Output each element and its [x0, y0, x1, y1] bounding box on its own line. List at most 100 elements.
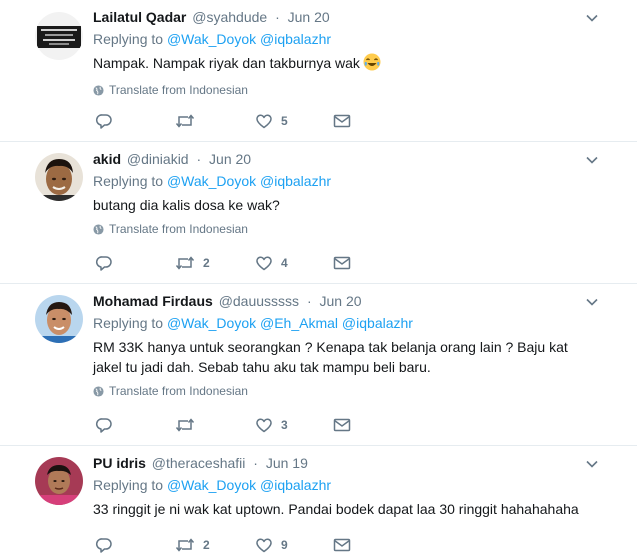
replying-to: Replying to @Wak_Doyok @iqbalazhr — [93, 475, 617, 495]
message-action[interactable] — [333, 535, 351, 555]
tweet-header: Lailatul Qadar @syahdude · Jun 20 — [93, 7, 617, 27]
replying-to-label: Replying to — [93, 477, 164, 493]
heart-icon — [256, 418, 272, 433]
like-action[interactable]: 5 — [255, 111, 288, 131]
mention-link[interactable]: @Eh_Akmal — [260, 315, 338, 331]
heart-icon — [256, 114, 272, 129]
tweet-header: Mohamad Firdaus @dauusssss · Jun 20 — [93, 291, 617, 311]
globe-icon — [93, 223, 104, 235]
retweet-icon — [175, 538, 195, 552]
retweet-icon — [175, 418, 195, 432]
replying-to-label: Replying to — [93, 173, 164, 189]
mention-link[interactable]: @iqbalazhr — [260, 477, 331, 493]
retweet-icon — [175, 256, 195, 270]
tweet-text: butang dia kalis dosa ke wak? — [93, 195, 617, 215]
username[interactable]: @theraceshafii — [152, 455, 246, 471]
reply-icon — [95, 114, 112, 129]
reply-icon — [95, 256, 112, 271]
heart-icon — [256, 538, 272, 553]
message-icon — [333, 114, 351, 128]
replying-to-label: Replying to — [93, 315, 164, 331]
retweet-count: 2 — [203, 538, 210, 552]
caret-down-icon[interactable] — [585, 153, 599, 167]
caret-down-icon[interactable] — [585, 11, 599, 25]
avatar[interactable] — [35, 12, 83, 60]
retweet-action[interactable] — [175, 111, 203, 131]
mention-link[interactable]: @Wak_Doyok — [167, 31, 256, 47]
timestamp[interactable]: Jun 19 — [266, 455, 308, 471]
translate-link[interactable]: Translate from Indonesian — [93, 82, 617, 98]
separator-dot: · — [196, 151, 202, 167]
like-action[interactable]: 9 — [255, 535, 288, 555]
replying-to: Replying to @Wak_Doyok @iqbalazhr — [93, 171, 617, 191]
tweet-text-line: jakel tu jadi dah. Sebab tahu aku tak ma… — [93, 359, 431, 375]
reply-icon — [95, 418, 112, 433]
timestamp[interactable]: Jun 20 — [320, 293, 362, 309]
fullname[interactable]: Lailatul Qadar — [93, 9, 186, 25]
avatar[interactable] — [35, 153, 83, 201]
retweet-icon — [175, 114, 195, 128]
message-action[interactable] — [333, 111, 351, 131]
tweet-header: akid @diniakid · Jun 20 — [93, 149, 617, 169]
heart-icon — [256, 256, 272, 271]
mention-link[interactable]: @Wak_Doyok — [167, 173, 256, 189]
like-count: 9 — [281, 538, 288, 552]
message-icon — [333, 418, 351, 432]
avatar[interactable] — [35, 295, 83, 343]
tweet-actions: 3 — [93, 415, 363, 435]
retweet-action[interactable] — [175, 415, 203, 435]
avatar[interactable] — [35, 457, 83, 505]
timestamp[interactable]: Jun 20 — [288, 9, 330, 25]
retweet-action[interactable]: 2 — [175, 535, 210, 555]
like-action[interactable]: 4 — [255, 253, 288, 273]
tweet: PU idris @theraceshafii · Jun 19 Replyin… — [0, 446, 637, 560]
mention-link[interactable]: @iqbalazhr — [342, 315, 413, 331]
reply-action[interactable] — [95, 535, 121, 555]
tweet: Lailatul Qadar @syahdude · Jun 20 Replyi… — [0, 0, 637, 142]
joy-emoji-icon — [363, 53, 381, 76]
globe-icon — [93, 385, 104, 397]
translate-link[interactable]: Translate from Indonesian — [93, 221, 617, 237]
tweet-actions: 2 9 — [93, 535, 363, 555]
timestamp[interactable]: Jun 20 — [209, 151, 251, 167]
retweet-count: 2 — [203, 256, 210, 270]
like-count: 3 — [281, 418, 288, 432]
caret-down-icon[interactable] — [585, 457, 599, 471]
translate-link[interactable]: Translate from Indonesian — [93, 383, 617, 399]
tweet-header: PU idris @theraceshafii · Jun 19 — [93, 453, 617, 473]
message-icon — [333, 256, 351, 270]
tweet: akid @diniakid · Jun 20 Replying to @Wak… — [0, 142, 637, 284]
username[interactable]: @diniakid — [127, 151, 189, 167]
separator-dot: · — [306, 293, 312, 309]
tweet-text-line: Nampak. Nampak riyak dan takburnya wak — [93, 55, 360, 71]
like-action[interactable]: 3 — [255, 415, 288, 435]
reply-action[interactable] — [95, 253, 121, 273]
reply-action[interactable] — [95, 415, 121, 435]
translate-label: Translate from Indonesian — [109, 384, 248, 398]
mention-link[interactable]: @iqbalazhr — [260, 31, 331, 47]
mention-link[interactable]: @Wak_Doyok — [167, 477, 256, 493]
tweet-actions: 5 — [93, 111, 363, 131]
message-icon — [333, 538, 351, 552]
globe-icon — [93, 84, 104, 96]
username[interactable]: @syahdude — [192, 9, 267, 25]
separator-dot: · — [253, 455, 258, 471]
translate-label: Translate from Indonesian — [109, 222, 248, 236]
mention-link[interactable]: @Wak_Doyok — [167, 315, 256, 331]
translate-label: Translate from Indonesian — [109, 83, 248, 97]
caret-down-icon[interactable] — [585, 295, 599, 309]
mention-link[interactable]: @iqbalazhr — [260, 173, 331, 189]
like-count: 5 — [281, 114, 288, 128]
retweet-action[interactable]: 2 — [175, 253, 210, 273]
username[interactable]: @dauusssss — [219, 293, 299, 309]
message-action[interactable] — [333, 415, 351, 435]
fullname[interactable]: Mohamad Firdaus — [93, 293, 213, 309]
separator-dot: · — [275, 9, 280, 25]
fullname[interactable]: PU idris — [93, 455, 146, 471]
reply-action[interactable] — [95, 111, 121, 131]
tweet-text: RM 33K hanya untuk seorangkan ? Kenapa t… — [93, 337, 617, 377]
fullname[interactable]: akid — [93, 151, 121, 167]
replying-to: Replying to @Wak_Doyok @Eh_Akmal @iqbala… — [93, 313, 617, 333]
tweet-actions: 2 4 — [93, 253, 363, 273]
message-action[interactable] — [333, 253, 351, 273]
